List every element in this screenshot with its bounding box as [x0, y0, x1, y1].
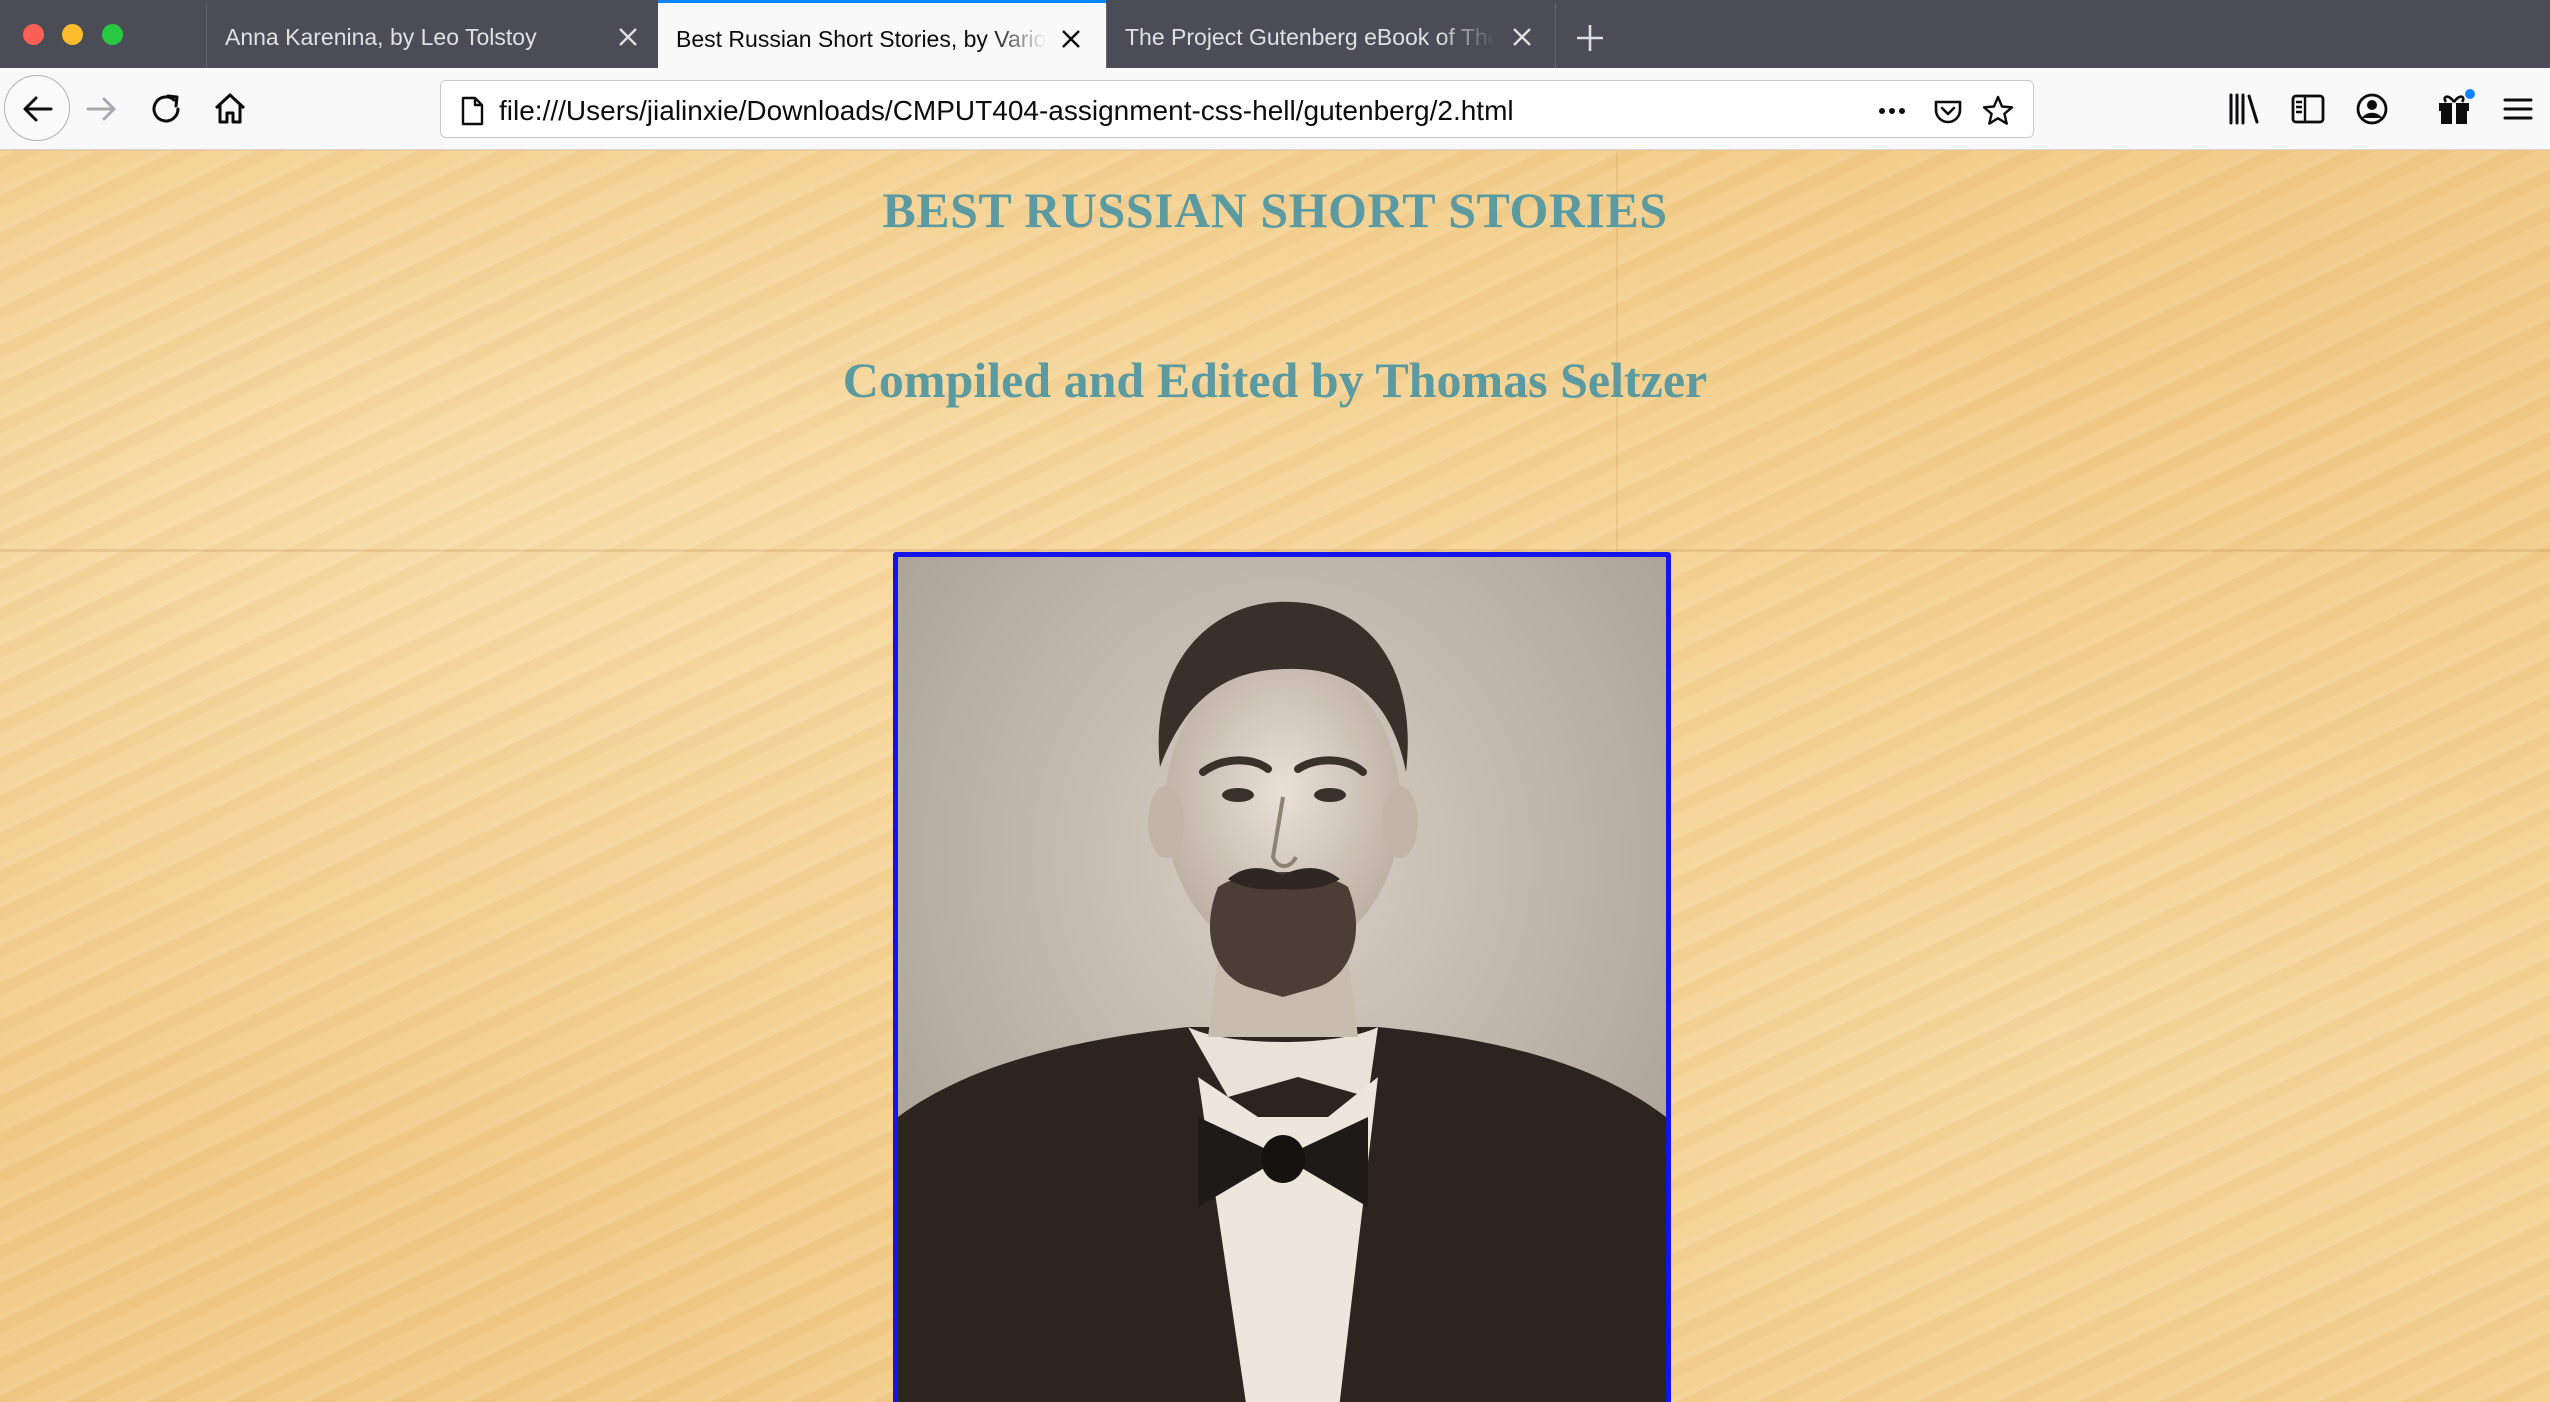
book-title: BEST RUSSIAN SHORT STORIES [882, 182, 1668, 238]
tab-anna-karenina[interactable]: Anna Karenina, by Leo Tolstoy [206, 3, 658, 68]
author-portrait [893, 552, 1671, 1402]
maximize-window-button[interactable] [102, 24, 123, 45]
tab-title: Anna Karenina, by Leo Tolstoy [225, 24, 537, 50]
sidebar-icon[interactable] [2286, 87, 2330, 131]
forward-arrow-icon[interactable] [80, 87, 124, 131]
account-icon[interactable] [2350, 87, 2394, 131]
page-content: BEST RUSSIAN SHORT STORIES Compiled and … [0, 151, 2550, 1402]
url-text[interactable]: file:///Users/jialinxie/Downloads/CMPUT4… [499, 96, 1514, 126]
portrait-photo [898, 557, 1666, 1402]
new-tab-icon[interactable] [1572, 20, 1608, 56]
close-window-button[interactable] [23, 24, 44, 45]
editor-credit: Compiled and Edited by Thomas Seltzer [842, 352, 1708, 408]
menu-icon[interactable] [2496, 87, 2540, 131]
close-icon[interactable] [1509, 24, 1535, 50]
tab-title: Best Russian Short Stories, by Various [676, 26, 1046, 52]
address-bar[interactable]: file:///Users/jialinxie/Downloads/CMPUT4… [440, 80, 2034, 138]
bookmark-star-icon[interactable] [1981, 94, 2015, 128]
pocket-icon[interactable] [1931, 94, 1965, 128]
library-icon[interactable] [2222, 87, 2266, 131]
close-icon[interactable] [615, 24, 641, 50]
back-button[interactable] [4, 75, 70, 141]
tab-best-russian-short-stories[interactable]: Best Russian Short Stories, by Various [658, 0, 1106, 68]
page-actions-icon[interactable] [1875, 94, 1909, 128]
reload-icon[interactable] [144, 87, 188, 131]
close-icon[interactable] [1058, 26, 1084, 52]
page-icon [461, 96, 484, 126]
home-icon[interactable] [208, 87, 252, 131]
tab-title: The Project Gutenberg eBook of The Broth… [1125, 24, 1495, 50]
tab-project-gutenberg[interactable]: The Project Gutenberg eBook of The Broth… [1106, 3, 1556, 68]
back-arrow-icon [23, 96, 53, 122]
minimize-window-button[interactable] [62, 24, 83, 45]
tab-strip: Anna Karenina, by Leo Tolstoy Best Russi… [0, 0, 2550, 68]
whats-new-gift-icon[interactable] [2432, 87, 2476, 131]
navigation-toolbar: file:///Users/jialinxie/Downloads/CMPUT4… [0, 68, 2550, 150]
